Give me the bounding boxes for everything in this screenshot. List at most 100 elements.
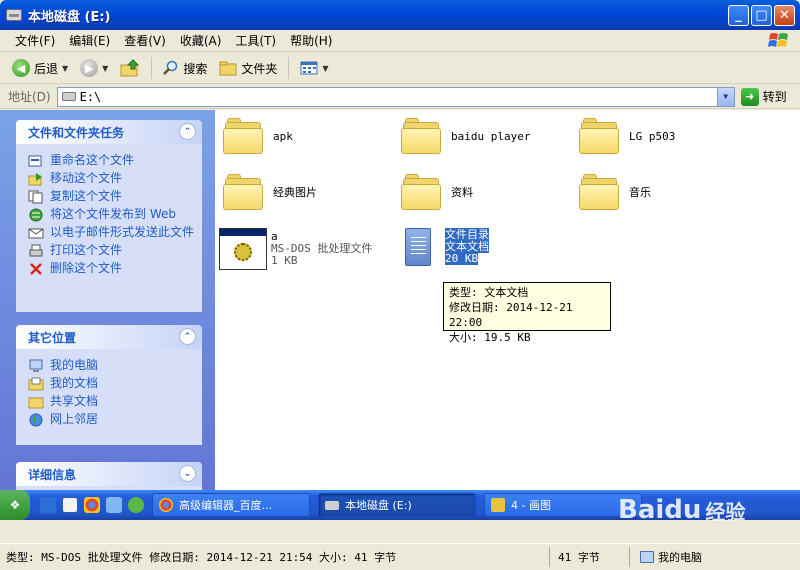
drive-icon — [325, 500, 339, 510]
task-print[interactable]: 打印这个文件 — [28, 244, 194, 258]
details-title: 详细信息 — [28, 467, 77, 482]
status-location: 我的电脑 — [630, 547, 800, 567]
task-copy[interactable]: 复制这个文件 — [28, 190, 194, 204]
my-documents-icon — [28, 377, 44, 391]
dropdown-caret-icon: ▼ — [102, 63, 109, 73]
task-pane: 文件和文件夹任务 ⌃ 重命名这个文件 移动这个文件 复制这个文件 将这个文件发布… — [0, 110, 215, 490]
back-label: 后退 — [34, 61, 59, 76]
go-button[interactable]: ➜ 转到 — [740, 87, 787, 106]
chrome-icon[interactable] — [84, 497, 100, 513]
dropdown-caret-icon: ▼ — [62, 63, 69, 73]
file-size: 20 KB — [445, 252, 479, 265]
menu-help[interactable]: 帮助(H) — [283, 30, 339, 51]
folder-item[interactable]: 经典图片 — [223, 174, 317, 210]
status-file-info: 类型: MS-DOS 批处理文件 修改日期: 2014-12-21 21:54 … — [0, 547, 550, 567]
delete-x-icon — [30, 263, 42, 275]
views-button[interactable]: ▼ — [296, 58, 332, 78]
forward-button[interactable]: ▶ ▼ — [76, 57, 112, 79]
watermark-cn: 经验 — [705, 499, 746, 524]
folders-button[interactable]: 文件夹 — [215, 58, 281, 79]
status-size: 41 字节 — [550, 547, 630, 567]
task-label: 重命名这个文件 — [50, 153, 135, 167]
folder-icon — [401, 118, 441, 154]
drive-icon — [6, 9, 22, 21]
file-tasks-header[interactable]: 文件和文件夹任务 ⌃ — [16, 120, 202, 144]
status-bar: 类型: MS-DOS 批处理文件 修改日期: 2014-12-21 21:54 … — [0, 543, 800, 570]
other-places-header[interactable]: 其它位置 ⌃ — [16, 325, 202, 349]
expand-chevron-icon[interactable]: ⌄ — [179, 465, 196, 482]
ie-icon[interactable] — [40, 497, 56, 513]
txt-file-item[interactable]: 文件目录 文本文档 20 KB — [405, 228, 489, 266]
file-size: 1 KB — [271, 254, 298, 267]
place-my-computer[interactable]: 我的电脑 — [28, 359, 194, 373]
folder-item[interactable]: 资料 — [401, 174, 473, 210]
search-button[interactable]: 搜索 — [159, 58, 211, 79]
globe-icon — [29, 208, 43, 222]
collapse-chevron-icon[interactable]: ⌃ — [179, 123, 196, 140]
taskbar-item-browser[interactable]: 高级编辑器_百度... — [152, 493, 310, 517]
network-globe-icon — [29, 413, 43, 427]
menu-bar: 文件(F) 编辑(E) 查看(V) 收藏(A) 工具(T) 帮助(H) — [0, 30, 800, 52]
menu-edit[interactable]: 编辑(E) — [62, 30, 117, 51]
folder-name: 音乐 — [629, 186, 651, 199]
start-button[interactable]: 开始❖ — [0, 490, 30, 520]
title-bar[interactable]: 本地磁盘 (E:) _ □ ✕ — [0, 0, 800, 30]
folder-item[interactable]: 音乐 — [579, 174, 651, 210]
taskbar-item-explorer[interactable]: 本地磁盘 (E:) — [318, 493, 476, 517]
other-places-title: 其它位置 — [28, 330, 77, 345]
menu-tools[interactable]: 工具(T) — [228, 30, 283, 51]
app-icon[interactable] — [128, 497, 144, 513]
task-email[interactable]: 以电子邮件形式发送此文件 — [28, 226, 194, 240]
minimize-button[interactable]: _ — [728, 5, 749, 26]
folder-icon — [401, 174, 441, 210]
address-bar: 地址(D) E:\ ▼ ➜ 转到 — [0, 85, 800, 109]
chrome-icon — [159, 498, 173, 512]
toolbar: ◀ 后退 ▼ ▶ ▼ 搜索 文件夹 ▼ — [0, 53, 800, 84]
bat-file-meta: a MS-DOS 批处理文件 1 KB — [271, 231, 372, 267]
file-tasks-title: 文件和文件夹任务 — [28, 125, 125, 140]
place-shared-documents[interactable]: 共享文档 — [28, 395, 194, 409]
other-places-panel: 其它位置 ⌃ 我的电脑 我的文档 共享文档 网上邻居 — [16, 325, 202, 445]
place-label: 共享文档 — [50, 394, 99, 408]
desktop-icon[interactable] — [62, 497, 78, 513]
task-publish-web[interactable]: 将这个文件发布到 Web — [28, 208, 194, 222]
place-label: 网上邻居 — [50, 412, 99, 426]
folder-name: 经典图片 — [273, 186, 317, 199]
place-network[interactable]: 网上邻居 — [28, 413, 194, 427]
player-icon[interactable] — [106, 497, 122, 513]
menu-view[interactable]: 查看(V) — [117, 30, 173, 51]
folder-name: 资料 — [451, 186, 473, 199]
menu-file[interactable]: 文件(F) — [8, 30, 62, 51]
folder-item[interactable]: baidu player — [401, 118, 530, 154]
menu-favorites[interactable]: 收藏(A) — [173, 30, 229, 51]
place-label: 我的文档 — [50, 376, 99, 390]
up-folder-button[interactable] — [116, 57, 144, 79]
folder-item[interactable]: LG p503 — [579, 118, 675, 154]
address-dropdown-button[interactable]: ▼ — [716, 87, 734, 106]
quick-launch — [40, 497, 144, 513]
folder-item[interactable]: apk — [223, 118, 293, 154]
my-computer-icon — [29, 359, 43, 372]
task-move[interactable]: 移动这个文件 — [28, 172, 194, 186]
up-folder-icon — [120, 59, 140, 77]
details-header[interactable]: 详细信息 ⌄ — [16, 462, 202, 486]
task-label: 以电子邮件形式发送此文件 — [50, 225, 195, 239]
folder-icon — [579, 118, 619, 154]
batch-file-icon — [219, 228, 267, 270]
dropdown-caret-icon: ▼ — [322, 63, 329, 73]
bat-file-item[interactable]: a MS-DOS 批处理文件 1 KB — [219, 228, 372, 270]
task-rename[interactable]: 重命名这个文件 — [28, 154, 194, 168]
task-delete[interactable]: 删除这个文件 — [28, 262, 194, 276]
printer-icon — [29, 244, 43, 257]
address-input[interactable]: E:\ ▼ — [56, 86, 735, 107]
collapse-chevron-icon[interactable]: ⌃ — [179, 328, 196, 345]
place-my-documents[interactable]: 我的文档 — [28, 377, 194, 391]
maximize-button[interactable]: □ — [751, 5, 772, 26]
window-title: 本地磁盘 (E:) — [28, 9, 111, 25]
go-arrow-icon: ➜ — [740, 87, 759, 106]
close-button[interactable]: ✕ — [774, 5, 795, 26]
file-tooltip: 类型: 文本文档 修改日期: 2014-12-21 22:00 大小: 19.5… — [443, 282, 611, 344]
rename-icon — [28, 155, 42, 167]
text-document-icon — [405, 228, 431, 266]
back-button[interactable]: ◀ 后退 ▼ — [8, 57, 72, 79]
